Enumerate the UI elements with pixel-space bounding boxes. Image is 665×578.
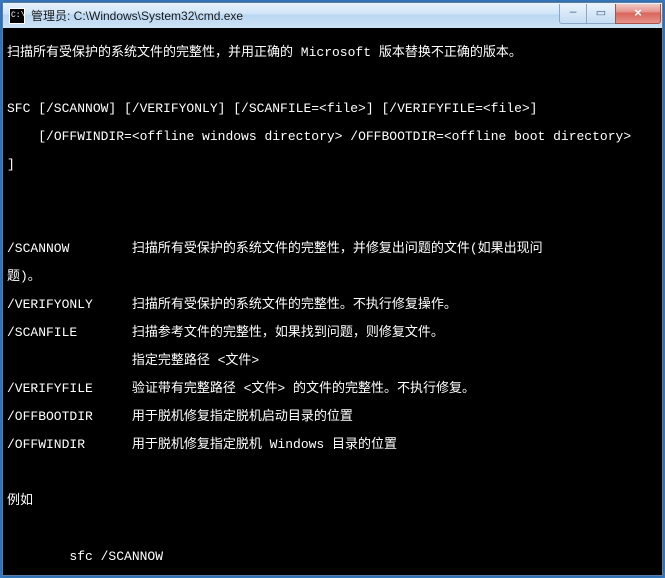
titlebar[interactable]: 管理员: C:\Windows\System32\cmd.exe — ▭ × (2, 2, 663, 28)
output-line: 例如 (7, 494, 662, 508)
output-line: ] (7, 158, 662, 172)
output-line: SFC [/SCANNOW] [/VERIFYONLY] [/SCANFILE=… (7, 102, 662, 116)
window-title: 管理员: C:\Windows\System32\cmd.exe (31, 7, 559, 24)
output-line (7, 74, 662, 88)
output-line: /OFFWINDIR 用于脱机修复指定脱机 Windows 目录的位置 (7, 438, 662, 452)
output-line (7, 466, 662, 480)
output-line: /SCANFILE 扫描参考文件的完整性，如果找到问题，则修复文件。 (7, 326, 662, 340)
console-output[interactable]: 扫描所有受保护的系统文件的完整性，并用正确的 Microsoft 版本替换不正确… (2, 28, 663, 576)
output-line: /OFFBOOTDIR 用于脱机修复指定脱机启动目录的位置 (7, 410, 662, 424)
output-line: /SCANNOW 扫描所有受保护的系统文件的完整性，并修复出问题的文件(如果出现… (7, 242, 662, 256)
output-line (7, 186, 662, 200)
maximize-button[interactable]: ▭ (587, 4, 615, 24)
output-line: /VERIFYONLY 扫描所有受保护的系统文件的完整性。不执行修复操作。 (7, 298, 662, 312)
output-line (7, 522, 662, 536)
cmd-window: 管理员: C:\Windows\System32\cmd.exe — ▭ × 扫… (2, 2, 663, 576)
output-line (7, 214, 662, 228)
window-buttons: — ▭ × (559, 4, 661, 24)
output-line: sfc /SCANNOW (7, 550, 662, 564)
cmd-icon (9, 8, 25, 24)
output-line: 指定完整路径 <文件> (7, 354, 662, 368)
close-button[interactable]: × (615, 4, 661, 24)
output-line: [/OFFWINDIR=<offline windows directory> … (7, 130, 662, 144)
output-line: 扫描所有受保护的系统文件的完整性，并用正确的 Microsoft 版本替换不正确… (7, 46, 662, 60)
output-line: /VERIFYFILE 验证带有完整路径 <文件> 的文件的完整性。不执行修复。 (7, 382, 662, 396)
minimize-button[interactable]: — (559, 4, 587, 24)
output-line: 题)。 (7, 270, 662, 284)
